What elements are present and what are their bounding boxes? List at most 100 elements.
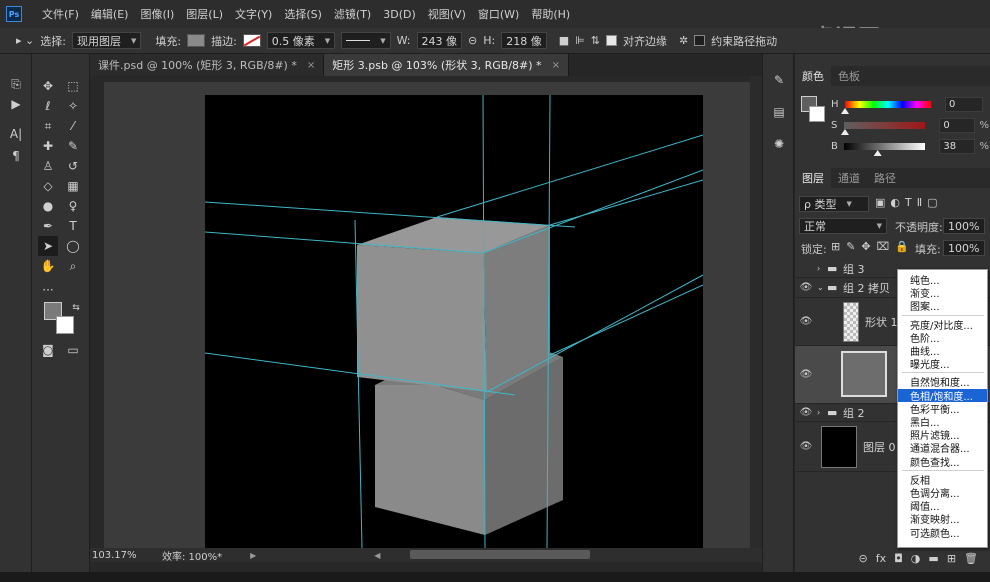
chevron-right-icon[interactable]: › — [817, 408, 827, 417]
crop-tool-icon[interactable]: ⌗ — [38, 116, 58, 136]
menu-window[interactable]: 窗口(W) — [472, 6, 525, 22]
clone-stamp-tool-icon[interactable]: ♙ — [38, 156, 58, 176]
menu-filter[interactable]: 滤镜(T) — [328, 6, 377, 22]
lasso-tool-icon[interactable]: ℓ — [38, 96, 58, 116]
layer-name[interactable]: 图层 0 — [863, 439, 896, 455]
zoom-level[interactable]: 103.17% — [92, 550, 162, 561]
play-actions-icon[interactable]: ▶ — [6, 94, 26, 114]
brightness-value[interactable]: 38 — [939, 138, 976, 154]
screen-mode-icon[interactable]: ▭ — [63, 340, 83, 360]
chevron-down-icon[interactable]: ⌄ — [817, 283, 827, 292]
path-operations-icon[interactable]: ■ — [559, 34, 569, 47]
hue-value[interactable]: 0 — [945, 96, 983, 112]
new-layer-icon[interactable]: ⊞ — [947, 552, 956, 565]
adjustment-layer-icon[interactable]: ◑ — [911, 552, 921, 565]
chevron-right-icon[interactable]: › — [817, 264, 827, 273]
menu-item[interactable]: 渐变映射... — [898, 512, 987, 526]
fill-color-swatch[interactable] — [187, 34, 206, 47]
stroke-color-swatch[interactable] — [242, 34, 261, 47]
layer-name[interactable]: 组 3 — [843, 261, 865, 277]
path-arrangement-icon[interactable]: ⇅ — [591, 34, 600, 47]
paragraph-icon[interactable]: ¶ — [6, 146, 26, 166]
close-icon[interactable]: × — [552, 60, 560, 71]
menu-item[interactable]: 阈值... — [898, 499, 987, 513]
hand-tool-icon[interactable]: ✋ — [38, 256, 58, 276]
saturation-value[interactable]: 0 — [939, 117, 976, 133]
paragraph-styles-icon[interactable]: ▤ — [769, 102, 789, 122]
history-brush-tool-icon[interactable]: ↺ — [63, 156, 83, 176]
menu-item[interactable]: 反相 — [898, 473, 987, 487]
path-select-tool-icon[interactable]: ▸ ⌄ — [16, 34, 34, 47]
eye-icon[interactable]: 👁 — [795, 369, 817, 380]
layer-name[interactable]: 组 2 — [843, 405, 865, 421]
dodge-tool-icon[interactable]: ♀ — [63, 196, 83, 216]
menu-item[interactable]: 曝光度... — [898, 357, 987, 371]
background-color-swatch[interactable] — [56, 316, 74, 334]
menu-item[interactable]: 亮度/对比度... — [898, 318, 987, 332]
new-group-icon[interactable]: ▬ — [928, 552, 938, 565]
layer-filter-dropdown[interactable]: ρ 类型 ▼ — [799, 196, 869, 212]
menu-type[interactable]: 文字(Y) — [229, 6, 278, 22]
move-tool-icon[interactable]: ✥ — [38, 76, 58, 96]
efficiency-status[interactable]: 效率: 100%* — [162, 548, 222, 563]
width-field[interactable]: 243 像 — [416, 32, 463, 49]
menu-item[interactable]: 照片滤镜... — [898, 428, 987, 442]
menu-item[interactable]: 通道混合器... — [898, 441, 987, 455]
opacity-field[interactable]: 100% — [943, 218, 985, 234]
gear-icon[interactable]: ✲ — [679, 34, 688, 47]
align-edges-checkbox[interactable] — [605, 35, 617, 46]
menu-layer[interactable]: 图层(L) — [180, 6, 229, 22]
fill-opacity-field[interactable]: 100% — [943, 240, 985, 256]
menu-item[interactable]: 渐变... — [898, 286, 987, 300]
pen-tool-icon[interactable]: ✒ — [38, 216, 58, 236]
quick-mask-icon[interactable]: ◙ — [38, 340, 58, 360]
layer-name[interactable]: 组 2 拷贝 — [843, 280, 890, 296]
menu-item[interactable]: 曲线... — [898, 344, 987, 358]
add-mask-icon[interactable]: ◘ — [894, 552, 903, 565]
eye-icon[interactable]: 👁 — [795, 441, 817, 452]
canvas[interactable] — [205, 95, 703, 548]
menu-item[interactable]: 颜色查找... — [898, 455, 987, 469]
menu-item[interactable]: 图案... — [898, 299, 987, 313]
layer-filter-icons[interactable]: ▣◐TⅡ▢ — [875, 196, 943, 209]
menu-item[interactable]: 黑白... — [898, 415, 987, 429]
adjustments-icon[interactable]: ✺ — [769, 134, 789, 154]
gradient-tool-icon[interactable]: ▦ — [63, 176, 83, 196]
path-selection-tool-icon[interactable]: ➤ — [38, 236, 58, 256]
link-layers-icon[interactable]: ⊝ — [858, 552, 867, 565]
character-icon[interactable]: A| — [6, 124, 26, 144]
menu-file[interactable]: 文件(F) — [36, 6, 85, 22]
menu-item[interactable]: 可选颜色... — [898, 526, 987, 540]
menu-3d[interactable]: 3D(D) — [377, 8, 422, 21]
lock-icons[interactable]: ⊞✎✥⌧🔒 — [831, 240, 915, 253]
layer-name[interactable]: 形状 1 — [865, 314, 898, 330]
horizontal-scrollbar-thumb[interactable] — [410, 550, 590, 559]
eye-icon[interactable]: 👁 — [795, 316, 817, 327]
eyedropper-tool-icon[interactable]: ⁄ — [63, 116, 83, 136]
eraser-tool-icon[interactable]: ◇ — [38, 176, 58, 196]
fx-icon[interactable]: fx — [876, 552, 886, 565]
tab-channels[interactable]: 通道 — [831, 168, 867, 188]
tab-courseware-psd[interactable]: 课件.psd @ 100% (矩形 3, RGB/8#) * × — [90, 54, 325, 76]
tab-swatches[interactable]: 色板 — [831, 66, 867, 86]
constrain-path-checkbox[interactable] — [694, 35, 706, 46]
hue-slider[interactable] — [845, 100, 931, 108]
menu-help[interactable]: 帮助(H) — [525, 6, 576, 22]
eye-icon[interactable]: 👁 — [795, 282, 817, 293]
marquee-tool-icon[interactable]: ⬚ — [63, 76, 83, 96]
history-icon[interactable]: ⎘ — [6, 74, 26, 94]
stroke-style-dropdown[interactable]: ▼ — [341, 32, 391, 49]
height-field[interactable]: 218 像 — [501, 32, 547, 49]
scroll-left-icon[interactable]: ◀ — [374, 551, 380, 560]
tab-color[interactable]: 颜色 — [795, 66, 831, 86]
menu-edit[interactable]: 编辑(E) — [85, 6, 135, 22]
vertical-scrollbar[interactable] — [750, 76, 762, 548]
background-color-chip[interactable] — [809, 106, 825, 122]
magic-wand-tool-icon[interactable]: ✧ — [63, 96, 83, 116]
brightness-slider[interactable] — [844, 142, 926, 150]
healing-brush-tool-icon[interactable]: ✚ — [38, 136, 58, 156]
menu-image[interactable]: 图像(I) — [134, 6, 180, 22]
more-tools-icon[interactable]: ··· — [38, 280, 58, 300]
swap-colors-icon[interactable]: ⇆ — [66, 298, 86, 318]
tab-paths[interactable]: 路径 — [867, 168, 903, 188]
